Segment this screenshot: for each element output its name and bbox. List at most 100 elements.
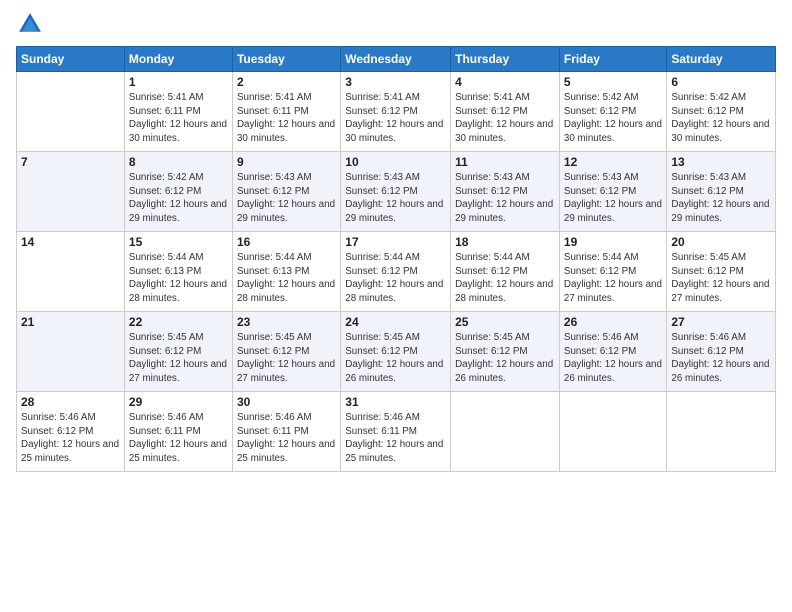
day-number: 20 <box>671 235 771 249</box>
logo-icon <box>16 10 44 38</box>
calendar-day-cell: 5 Sunrise: 5:42 AMSunset: 6:12 PMDaylight… <box>559 72 666 152</box>
day-info: Sunrise: 5:42 AMSunset: 6:12 PMDaylight:… <box>129 171 228 226</box>
day-number: 25 <box>455 315 555 329</box>
day-info: Sunrise: 5:45 AMSunset: 6:12 PMDaylight:… <box>345 331 446 386</box>
calendar-body: 1 Sunrise: 5:41 AMSunset: 6:11 PMDaylight… <box>17 72 776 472</box>
day-info: Sunrise: 5:44 AMSunset: 6:13 PMDaylight:… <box>129 251 228 306</box>
day-number: 4 <box>455 75 555 89</box>
day-info: Sunrise: 5:46 AMSunset: 6:11 PMDaylight:… <box>237 411 336 466</box>
day-number: 16 <box>237 235 336 249</box>
day-number: 7 <box>21 155 120 169</box>
calendar-day-cell <box>17 72 125 152</box>
calendar-week-row: 1 Sunrise: 5:41 AMSunset: 6:11 PMDaylight… <box>17 72 776 152</box>
day-info: Sunrise: 5:41 AMSunset: 6:11 PMDaylight:… <box>237 91 336 146</box>
day-number: 21 <box>21 315 120 329</box>
calendar-day-cell: 26 Sunrise: 5:46 AMSunset: 6:12 PMDayligh… <box>559 312 666 392</box>
day-number: 24 <box>345 315 446 329</box>
day-number: 22 <box>129 315 228 329</box>
day-info: Sunrise: 5:46 AMSunset: 6:12 PMDaylight:… <box>671 331 771 386</box>
calendar-day-cell: 14 <box>17 232 125 312</box>
day-number: 19 <box>564 235 662 249</box>
day-number: 5 <box>564 75 662 89</box>
calendar-day-cell: 22 Sunrise: 5:45 AMSunset: 6:12 PMDayligh… <box>124 312 232 392</box>
calendar-header-row: SundayMondayTuesdayWednesdayThursdayFrid… <box>17 47 776 72</box>
page: SundayMondayTuesdayWednesdayThursdayFrid… <box>0 0 792 612</box>
calendar-day-cell: 31Sunrise: 5:46 AMSunset: 6:11 PMDayligh… <box>341 392 451 472</box>
header <box>16 10 776 38</box>
calendar-day-cell: 1 Sunrise: 5:41 AMSunset: 6:11 PMDaylight… <box>124 72 232 152</box>
day-number: 15 <box>129 235 228 249</box>
calendar-day-cell: 28Sunrise: 5:46 AMSunset: 6:12 PMDayligh… <box>17 392 125 472</box>
day-info: Sunrise: 5:43 AMSunset: 6:12 PMDaylight:… <box>564 171 662 226</box>
day-info: Sunrise: 5:41 AMSunset: 6:12 PMDaylight:… <box>345 91 446 146</box>
day-number: 10 <box>345 155 446 169</box>
calendar-week-row: 28Sunrise: 5:46 AMSunset: 6:12 PMDayligh… <box>17 392 776 472</box>
day-number: 2 <box>237 75 336 89</box>
day-info: Sunrise: 5:41 AMSunset: 6:12 PMDaylight:… <box>455 91 555 146</box>
calendar-day-cell: 11Sunrise: 5:43 AMSunset: 6:12 PMDayligh… <box>451 152 560 232</box>
calendar-day-cell: 25 Sunrise: 5:45 AMSunset: 6:12 PMDayligh… <box>451 312 560 392</box>
calendar-day-cell <box>667 392 776 472</box>
calendar-day-cell: 30 Sunrise: 5:46 AMSunset: 6:11 PMDayligh… <box>232 392 340 472</box>
calendar-day-cell: 29Sunrise: 5:46 AMSunset: 6:11 PMDayligh… <box>124 392 232 472</box>
calendar-day-cell: 27 Sunrise: 5:46 AMSunset: 6:12 PMDayligh… <box>667 312 776 392</box>
calendar-day-cell <box>559 392 666 472</box>
day-number: 14 <box>21 235 120 249</box>
day-info: Sunrise: 5:45 AMSunset: 6:12 PMDaylight:… <box>455 331 555 386</box>
calendar-day-cell: 20 Sunrise: 5:45 AMSunset: 6:12 PMDayligh… <box>667 232 776 312</box>
day-number: 29 <box>129 395 228 409</box>
calendar-day-cell: 7 <box>17 152 125 232</box>
day-number: 11 <box>455 155 555 169</box>
calendar-day-cell: 13 Sunrise: 5:43 AMSunset: 6:12 PMDayligh… <box>667 152 776 232</box>
calendar-day-cell: 18 Sunrise: 5:44 AMSunset: 6:12 PMDayligh… <box>451 232 560 312</box>
calendar-day-cell: 4 Sunrise: 5:41 AMSunset: 6:12 PMDaylight… <box>451 72 560 152</box>
day-info: Sunrise: 5:46 AMSunset: 6:11 PMDaylight:… <box>345 411 446 466</box>
day-number: 28 <box>21 395 120 409</box>
calendar-week-row: 14 15 Sunrise: 5:44 AMSunset: 6:13 PMDayli… <box>17 232 776 312</box>
calendar-day-cell: 15 Sunrise: 5:44 AMSunset: 6:13 PMDayligh… <box>124 232 232 312</box>
calendar-day-cell: 2 Sunrise: 5:41 AMSunset: 6:11 PMDaylight… <box>232 72 340 152</box>
day-number: 18 <box>455 235 555 249</box>
day-number: 26 <box>564 315 662 329</box>
day-info: Sunrise: 5:42 AMSunset: 6:12 PMDaylight:… <box>564 91 662 146</box>
calendar-header-cell: Wednesday <box>341 47 451 72</box>
day-info: Sunrise: 5:41 AMSunset: 6:11 PMDaylight:… <box>129 91 228 146</box>
calendar-day-cell: 16 Sunrise: 5:44 AMSunset: 6:13 PMDayligh… <box>232 232 340 312</box>
calendar-table: SundayMondayTuesdayWednesdayThursdayFrid… <box>16 46 776 472</box>
day-info: Sunrise: 5:44 AMSunset: 6:13 PMDaylight:… <box>237 251 336 306</box>
day-number: 12 <box>564 155 662 169</box>
calendar-day-cell: 17Sunrise: 5:44 AMSunset: 6:12 PMDayligh… <box>341 232 451 312</box>
day-number: 23 <box>237 315 336 329</box>
calendar-week-row: 78 Sunrise: 5:42 AMSunset: 6:12 PMDayligh… <box>17 152 776 232</box>
day-info: Sunrise: 5:45 AMSunset: 6:12 PMDaylight:… <box>237 331 336 386</box>
day-info: Sunrise: 5:45 AMSunset: 6:12 PMDaylight:… <box>129 331 228 386</box>
day-info: Sunrise: 5:44 AMSunset: 6:12 PMDaylight:… <box>345 251 446 306</box>
calendar-day-cell: 8 Sunrise: 5:42 AMSunset: 6:12 PMDaylight… <box>124 152 232 232</box>
day-info: Sunrise: 5:46 AMSunset: 6:12 PMDaylight:… <box>564 331 662 386</box>
day-info: Sunrise: 5:44 AMSunset: 6:12 PMDaylight:… <box>564 251 662 306</box>
day-info: Sunrise: 5:45 AMSunset: 6:12 PMDaylight:… <box>671 251 771 306</box>
day-number: 8 <box>129 155 228 169</box>
day-info: Sunrise: 5:44 AMSunset: 6:12 PMDaylight:… <box>455 251 555 306</box>
calendar-day-cell <box>451 392 560 472</box>
calendar-day-cell: 21 <box>17 312 125 392</box>
day-number: 30 <box>237 395 336 409</box>
calendar-header-cell: Sunday <box>17 47 125 72</box>
calendar-day-cell: 6Sunrise: 5:42 AMSunset: 6:12 PMDaylight… <box>667 72 776 152</box>
day-number: 3 <box>345 75 446 89</box>
day-info: Sunrise: 5:43 AMSunset: 6:12 PMDaylight:… <box>237 171 336 226</box>
day-info: Sunrise: 5:43 AMSunset: 6:12 PMDaylight:… <box>671 171 771 226</box>
calendar-day-cell: 19 Sunrise: 5:44 AMSunset: 6:12 PMDayligh… <box>559 232 666 312</box>
day-number: 1 <box>129 75 228 89</box>
calendar-day-cell: 10 Sunrise: 5:43 AMSunset: 6:12 PMDayligh… <box>341 152 451 232</box>
calendar-header-cell: Thursday <box>451 47 560 72</box>
day-info: Sunrise: 5:43 AMSunset: 6:12 PMDaylight:… <box>345 171 446 226</box>
day-number: 6 <box>671 75 771 89</box>
calendar-header-cell: Tuesday <box>232 47 340 72</box>
calendar-header-cell: Monday <box>124 47 232 72</box>
calendar-header-cell: Friday <box>559 47 666 72</box>
day-number: 13 <box>671 155 771 169</box>
day-number: 27 <box>671 315 771 329</box>
logo <box>16 10 48 38</box>
calendar-header-cell: Saturday <box>667 47 776 72</box>
